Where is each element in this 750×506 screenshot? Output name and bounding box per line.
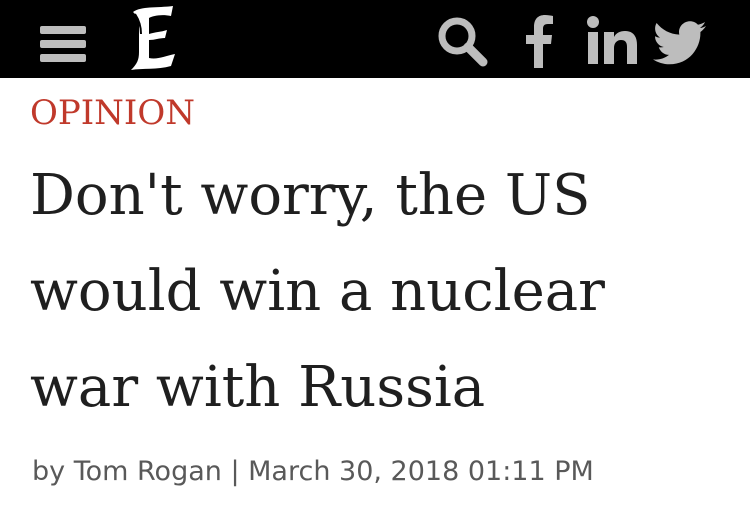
linkedin-icon[interactable] — [586, 14, 638, 68]
article-headline: Don't worry, the US would win a nuclear … — [30, 163, 605, 420]
top-navigation-bar — [0, 0, 750, 78]
section-label[interactable]: OPINION — [30, 94, 195, 132]
search-icon[interactable] — [433, 14, 491, 68]
article-byline: by Tom Rogan | March 30, 2018 01:11 PM — [32, 456, 594, 487]
facebook-icon[interactable] — [524, 14, 554, 68]
site-logo-icon[interactable] — [127, 4, 179, 72]
twitter-icon[interactable] — [653, 17, 707, 71]
hamburger-menu-icon[interactable] — [40, 26, 86, 62]
